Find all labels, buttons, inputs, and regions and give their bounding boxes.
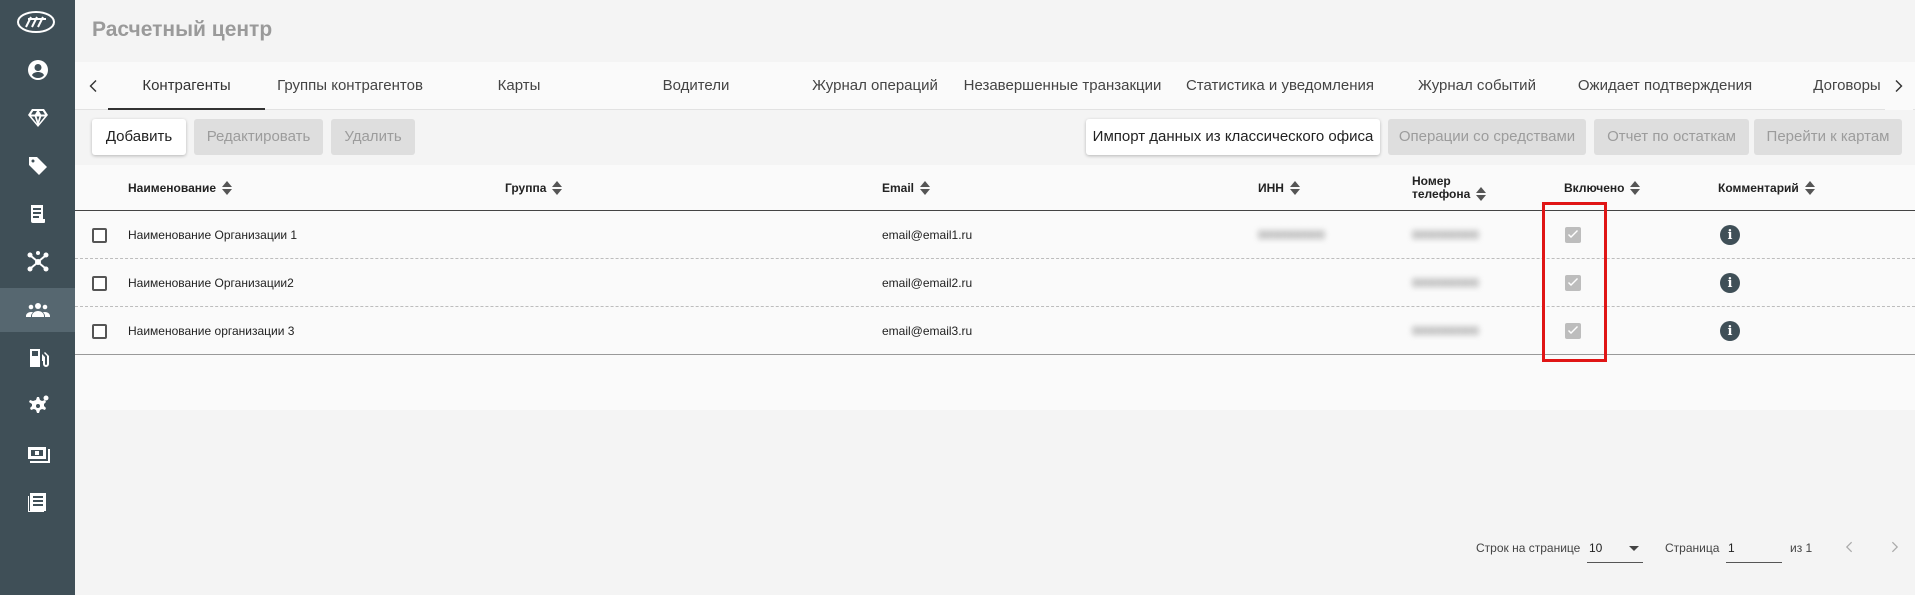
- row-select-checkbox[interactable]: [92, 227, 107, 243]
- tab-bar: Контрагенты Группы контрагентов Карты Во…: [75, 62, 1915, 110]
- import-classic-office-button[interactable]: Импорт данных из классического офиса: [1086, 119, 1380, 155]
- sort-icon: [1630, 180, 1641, 196]
- news-list-icon: [27, 493, 46, 512]
- page-number-input[interactable]: 1: [1726, 533, 1782, 563]
- sidebar-item-loyalty[interactable]: [0, 96, 75, 140]
- tab-pending-transactions[interactable]: Незавершенные транзакции: [955, 62, 1170, 110]
- cell-inn: 0000000000: [1258, 228, 1325, 242]
- sidebar-item-profile[interactable]: [0, 48, 75, 92]
- tab-statistics-notifications[interactable]: Статистика и уведомления: [1175, 62, 1385, 110]
- fuel-station-icon: [29, 349, 49, 367]
- comment-info-icon[interactable]: i: [1720, 225, 1740, 245]
- tabs-scroll-left-button[interactable]: [79, 62, 107, 110]
- tab-counterparty-groups[interactable]: Группы контрагентов: [265, 62, 435, 110]
- go-to-cards-button[interactable]: Перейти к картам: [1754, 119, 1902, 155]
- sidebar-item-payments[interactable]: [0, 432, 75, 476]
- cell-phone: 0000000000: [1412, 276, 1479, 290]
- chevron-right-icon: [1895, 80, 1903, 92]
- column-header-group[interactable]: Группа: [505, 165, 563, 211]
- sidebar-item-network[interactable]: [0, 240, 75, 284]
- cell-name: Наименование Организации 1: [128, 228, 298, 242]
- delete-button[interactable]: Удалить: [331, 119, 415, 155]
- cell-email: email@email2.ru: [882, 276, 973, 290]
- column-header-name[interactable]: Наименование: [128, 165, 233, 211]
- money-card-icon: [27, 447, 50, 463]
- add-button[interactable]: Добавить: [92, 119, 186, 155]
- settings-cog-icon: [28, 395, 48, 413]
- chevron-right-icon: [1891, 541, 1899, 553]
- chevron-left-icon: [89, 80, 97, 92]
- edit-button[interactable]: Редактировать: [194, 119, 323, 155]
- sidebar-item-counterparties[interactable]: [0, 288, 75, 332]
- comment-info-icon[interactable]: i: [1720, 273, 1740, 293]
- tab-counterparties[interactable]: Контрагенты: [108, 62, 265, 110]
- comment-info-icon[interactable]: i: [1720, 321, 1740, 341]
- tab-contracts[interactable]: Договоры: [1802, 62, 1892, 110]
- column-header-comment[interactable]: Комментарий: [1718, 165, 1815, 211]
- cell-email: email@email3.ru: [882, 324, 973, 338]
- sidebar-item-settings[interactable]: [0, 384, 75, 428]
- page-total-label: из 1: [1790, 541, 1813, 555]
- receipt-icon: [30, 205, 45, 223]
- cell-name: Наименование организации 3: [128, 324, 295, 338]
- rows-per-page-select[interactable]: 10: [1587, 533, 1643, 563]
- table-header: Наименование Группа Email ИНН Номер телеф…: [75, 165, 1915, 211]
- row-select-checkbox[interactable]: [92, 323, 107, 339]
- user-circle-icon: [27, 60, 48, 80]
- prev-page-button[interactable]: [1839, 537, 1859, 557]
- column-header-phone[interactable]: Номер телефона: [1412, 165, 1487, 211]
- balance-report-button[interactable]: Отчет по остаткам: [1594, 119, 1749, 155]
- sort-icon: [1289, 180, 1300, 196]
- next-page-button[interactable]: [1885, 537, 1905, 557]
- users-group-icon: [25, 303, 50, 317]
- counterparties-table: Наименование Группа Email ИНН Номер телеф…: [75, 165, 1915, 563]
- table-row[interactable]: Наименование Организации 1 email@email1.…: [75, 211, 1915, 259]
- column-header-inn[interactable]: ИНН: [1258, 165, 1300, 211]
- rows-per-page-label: Строк на странице: [1476, 541, 1581, 555]
- row-select-checkbox[interactable]: [92, 275, 107, 291]
- tabs-scroll-right-button[interactable]: [1885, 62, 1913, 110]
- page-label: Страница: [1665, 541, 1720, 555]
- sidebar-item-news[interactable]: [0, 480, 75, 524]
- sort-icon: [552, 180, 563, 196]
- funds-operations-button[interactable]: Операции со средствами: [1388, 119, 1586, 155]
- tab-awaiting-confirmation[interactable]: Ожидает подтверждения: [1565, 62, 1765, 110]
- cell-email: email@email1.ru: [882, 228, 973, 242]
- tab-operations-log[interactable]: Журнал операций: [790, 62, 960, 110]
- tag-icon: [28, 157, 47, 175]
- cell-phone: 0000000000: [1412, 324, 1479, 338]
- brand-logo-icon[interactable]: [16, 10, 56, 34]
- sort-icon: [1804, 180, 1815, 196]
- sidebar-item-stations[interactable]: [0, 336, 75, 380]
- page-title: Расчетный центр: [92, 18, 273, 41]
- table-row[interactable]: Наименование организации 3 email@email3.…: [75, 307, 1915, 355]
- cell-name: Наименование Организации2: [128, 276, 294, 290]
- tab-cards[interactable]: Карты: [469, 62, 569, 110]
- network-icon: [27, 251, 48, 272]
- sidebar-item-prices[interactable]: [0, 144, 75, 188]
- table-row[interactable]: Наименование Организации2 email@email2.r…: [75, 259, 1915, 307]
- sidebar: [0, 0, 75, 595]
- sort-icon: [920, 180, 931, 196]
- column-header-email[interactable]: Email: [882, 165, 931, 211]
- sort-icon: [222, 180, 233, 196]
- chevron-left-icon: [1845, 541, 1853, 553]
- highlight-box: [1542, 202, 1607, 362]
- pagination: Строк на странице 10 Страница 1 из 1: [75, 523, 1915, 575]
- tab-events-log[interactable]: Журнал событий: [1397, 62, 1557, 110]
- sidebar-item-documents[interactable]: [0, 192, 75, 236]
- diamond-icon: [27, 109, 48, 127]
- tab-drivers[interactable]: Водители: [641, 62, 751, 110]
- cell-phone: 0000000000: [1412, 228, 1479, 242]
- sort-icon: [1476, 186, 1487, 202]
